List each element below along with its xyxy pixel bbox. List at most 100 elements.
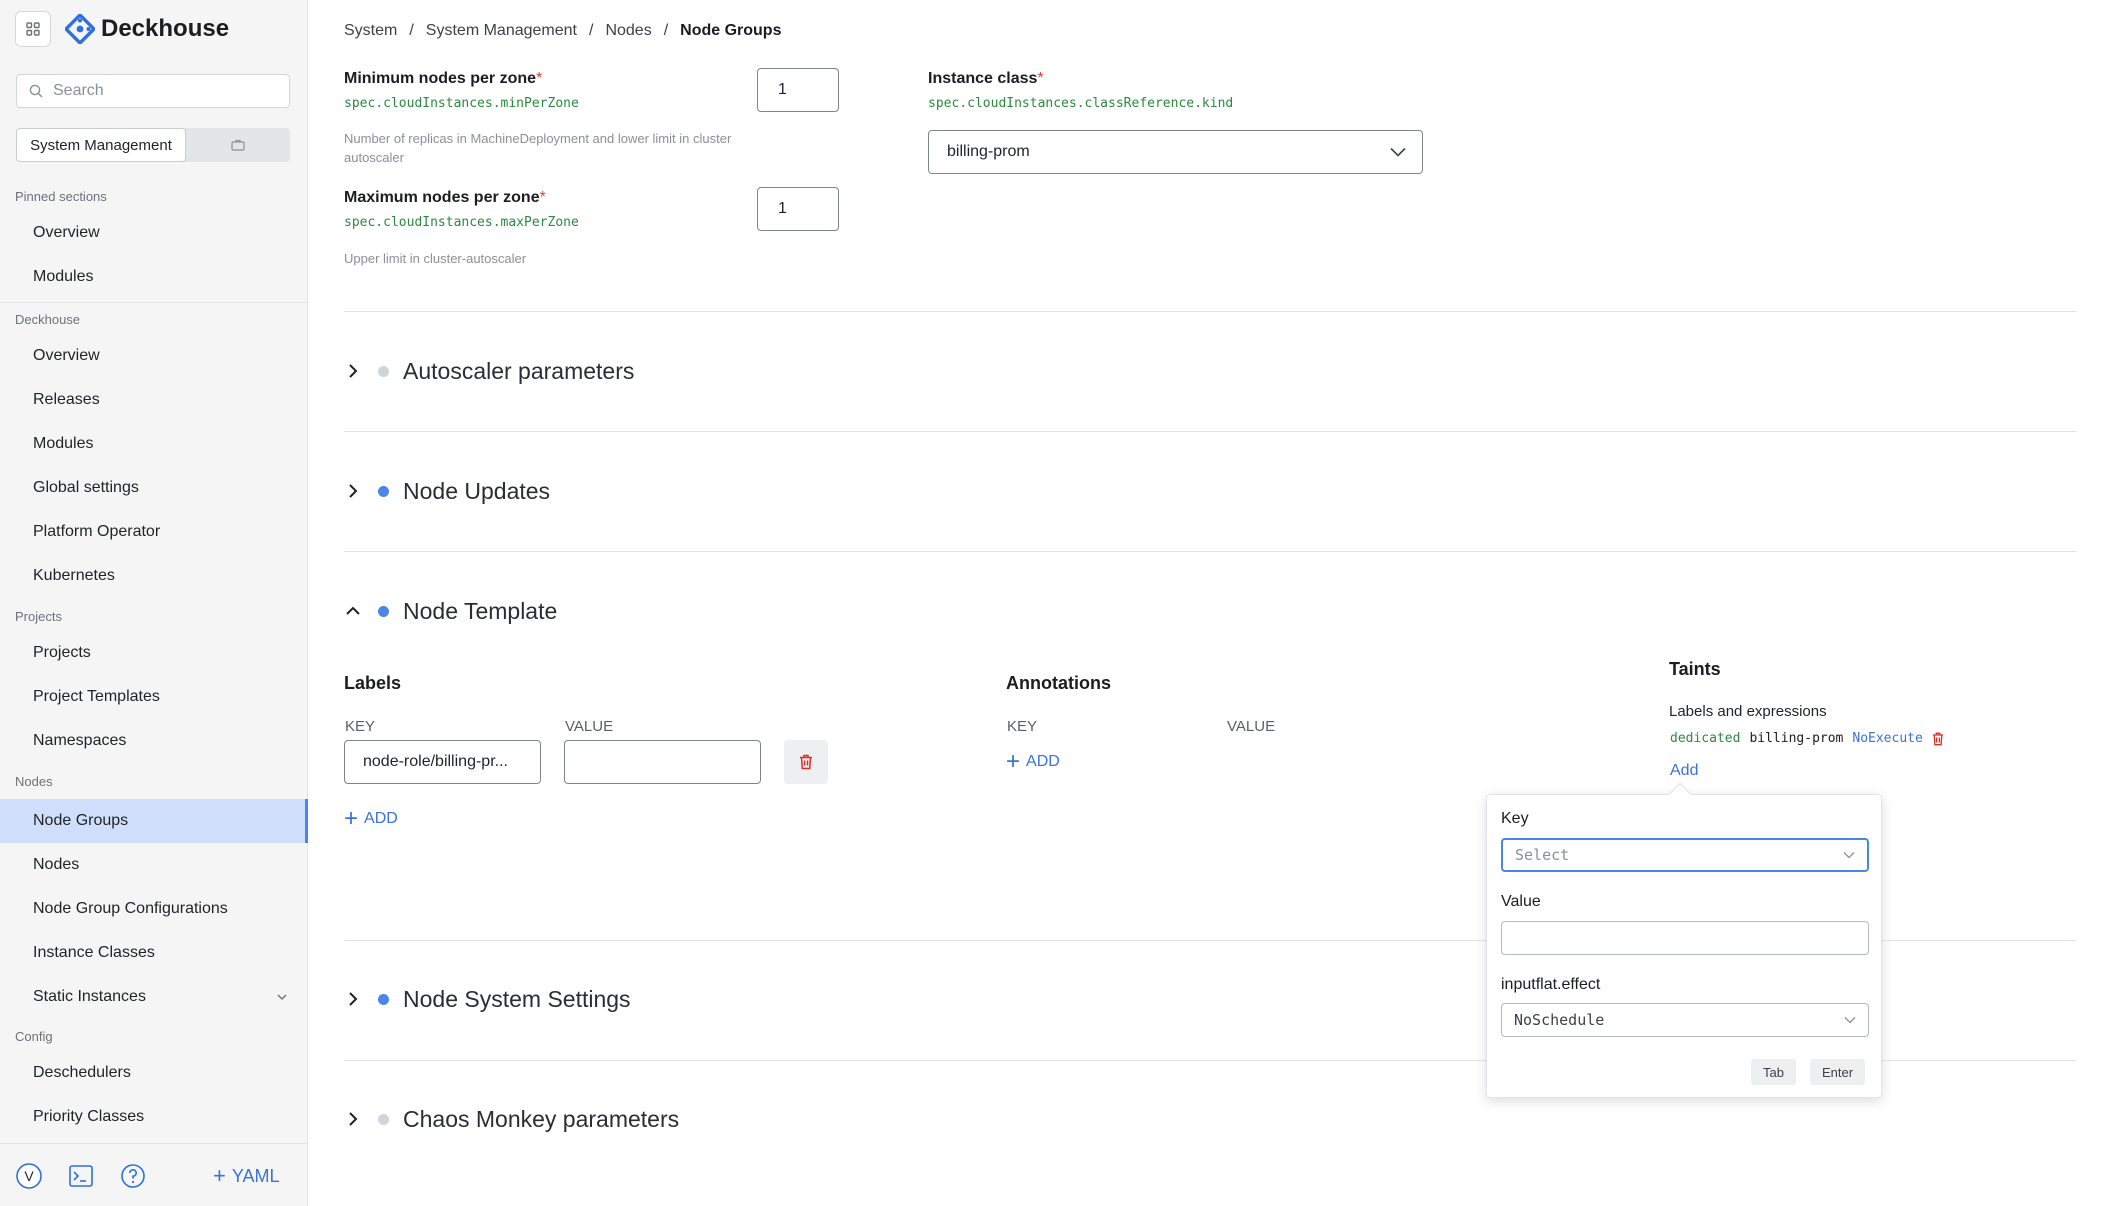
min-nodes-hint: Number of replicas in MachineDeployment …	[344, 131, 732, 165]
min-nodes-input[interactable]: 1	[757, 68, 839, 112]
required-marker: *	[539, 189, 546, 206]
terminal-button[interactable]	[67, 1162, 95, 1190]
breadcrumb-system-management[interactable]: System Management	[426, 22, 577, 40]
deckhouse-logo-icon	[65, 14, 95, 44]
min-nodes-path: spec.cloudInstances.minPerZone	[344, 96, 579, 111]
min-nodes-label-text: Minimum nodes per zone	[344, 70, 537, 87]
sidebar-item-kubernetes[interactable]: Kubernetes	[0, 554, 308, 598]
taint-effect-label: inputflat.effect	[1501, 976, 1601, 993]
add-label-button[interactable]: + ADD	[344, 807, 398, 831]
terminal-icon	[69, 1165, 93, 1187]
trash-icon[interactable]	[1932, 732, 1944, 746]
max-nodes-label: Maximum nodes per zone*	[344, 189, 546, 207]
label-key-input[interactable]: node-role/billing-pr...	[344, 740, 541, 784]
section-title-config: Config	[15, 1029, 53, 1044]
sidebar-item-pinned-overview[interactable]: Overview	[0, 211, 308, 255]
add-label-text: ADD	[364, 810, 398, 827]
taint-value: billing-prom	[1749, 731, 1844, 746]
logo-row: Deckhouse	[15, 10, 229, 48]
max-nodes-hint: Upper limit in cluster-autoscaler	[344, 251, 527, 266]
chevron-right-icon	[344, 482, 362, 500]
label-value-input[interactable]	[564, 740, 761, 784]
breadcrumb-separator: /	[409, 22, 414, 39]
instance-class-label-text: Instance class	[928, 70, 1038, 87]
section-node-updates[interactable]: Node Updates	[344, 476, 550, 506]
max-nodes-input[interactable]: 1	[757, 187, 839, 231]
sidebar-item-project-templates[interactable]: Project Templates	[0, 675, 308, 719]
sidebar-item-modules[interactable]: Modules	[0, 422, 308, 466]
section-title: Node Updates	[403, 477, 551, 504]
sidebar-item-releases[interactable]: Releases	[0, 378, 308, 422]
chevron-up-icon	[344, 602, 362, 620]
taints-subtitle: Labels and expressions	[1669, 703, 1827, 720]
section-title-deckhouse: Deckhouse	[15, 312, 81, 327]
trash-icon	[800, 754, 812, 770]
sidebar-item-overview[interactable]: Overview	[0, 334, 308, 378]
breadcrumb-nodes[interactable]: Nodes	[605, 22, 651, 40]
divider	[344, 551, 2077, 552]
sidebar-item-instance-classes[interactable]: Instance Classes	[0, 931, 308, 975]
sidebar-item-node-group-configurations[interactable]: Node Group Configurations	[0, 887, 308, 931]
app-name: Deckhouse	[101, 15, 230, 42]
annotations-key-header: KEY	[1007, 718, 1038, 735]
instance-class-value: billing-prom	[947, 143, 1030, 160]
sidebar-item-pinned-modules[interactable]: Modules	[0, 255, 308, 299]
breadcrumb-separator: /	[663, 22, 669, 39]
chevron-down-icon	[1844, 1017, 1856, 1024]
section-chaos-monkey-parameters[interactable]: Chaos Monkey parameters	[344, 1104, 679, 1134]
status-dot	[378, 605, 389, 617]
instance-class-select[interactable]: billing-prom	[928, 130, 1423, 174]
taint-key-label: Key	[1501, 810, 1529, 827]
add-annotation-button[interactable]: + ADD	[1006, 750, 1060, 774]
section-node-system-settings[interactable]: Node System Settings	[344, 984, 631, 1014]
taint-effect-select[interactable]: NoSchedule	[1501, 1003, 1869, 1037]
delete-label-button[interactable]	[784, 740, 828, 784]
breadcrumb-system[interactable]: System	[344, 22, 397, 40]
sidebar-item-global-settings[interactable]: Global settings	[0, 466, 308, 510]
sidebar-item-static-instances[interactable]: Static Instances	[0, 975, 308, 1019]
plus-icon: +	[1006, 748, 1021, 775]
search-icon	[29, 84, 43, 98]
sidebar-item-platform-operator[interactable]: Platform Operator	[0, 510, 308, 554]
help-button[interactable]	[119, 1162, 147, 1190]
section-node-template[interactable]: Node Template	[344, 596, 557, 626]
labels-key-header: KEY	[345, 718, 376, 735]
annotations-title: Annotations	[1006, 673, 1111, 693]
scope-projects-toggle[interactable]	[186, 128, 290, 162]
min-nodes-label: Minimum nodes per zone*	[344, 70, 542, 88]
add-yaml-button[interactable]: + YAML	[213, 1162, 280, 1190]
sidebar-item-nodes[interactable]: Nodes	[0, 843, 308, 887]
sidebar-item-priority-classes[interactable]: Priority Classes	[0, 1095, 308, 1139]
status-dot	[378, 485, 389, 497]
sidebar-item-projects[interactable]: Projects	[0, 631, 308, 675]
sidebar-item-deschedulers[interactable]: Deschedulers	[0, 1051, 308, 1095]
labels-title: Labels	[344, 673, 402, 693]
divider	[0, 302, 308, 303]
scope-switcher: System Management	[16, 128, 290, 162]
plus-icon: +	[344, 805, 359, 832]
sidebar-item-node-groups[interactable]: Node Groups	[0, 799, 308, 843]
app-grid-button[interactable]	[15, 11, 51, 47]
taint-key-placeholder: Select	[1515, 846, 1570, 864]
help-icon	[121, 1164, 145, 1188]
tab-key-hint: Tab	[1751, 1059, 1796, 1085]
taint-key-select[interactable]: Select	[1501, 838, 1869, 872]
required-marker: *	[536, 70, 543, 87]
add-taint-popover: Key Select Value inputflat.effect NoSche…	[1486, 794, 1882, 1098]
section-autoscaler-parameters[interactable]: Autoscaler parameters	[344, 356, 634, 386]
taint-value-input[interactable]	[1501, 921, 1869, 955]
chevron-down-icon[interactable]	[276, 991, 288, 1003]
sidebar-search-input[interactable]: Search	[16, 74, 290, 108]
section-title: Node Template	[403, 597, 558, 624]
scope-system-management[interactable]: System Management	[16, 128, 186, 162]
sidebar-item-namespaces[interactable]: Namespaces	[0, 719, 308, 763]
chevron-right-icon	[344, 362, 362, 380]
sidebar-bottom-bar: V + YAML	[0, 1143, 308, 1206]
enter-key-hint: Enter	[1810, 1059, 1866, 1085]
add-taint-link[interactable]: Add	[1670, 762, 1698, 780]
briefcase-icon	[231, 139, 245, 151]
breadcrumb-current: Node Groups	[680, 22, 782, 39]
user-avatar-button[interactable]: V	[15, 1162, 43, 1190]
section-title-nodes: Nodes	[15, 774, 53, 789]
chevron-right-icon	[344, 990, 362, 1008]
